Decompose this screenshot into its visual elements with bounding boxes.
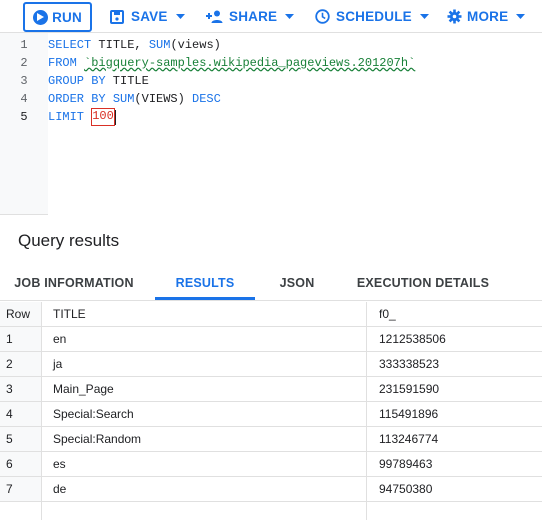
title-cell[interactable]: es — [53, 452, 66, 477]
title-cell[interactable]: en — [53, 327, 66, 352]
chevron-down-icon — [285, 14, 295, 19]
f0-cell[interactable]: 99789463 — [379, 452, 432, 477]
column-divider — [366, 302, 367, 520]
column-header-f0[interactable]: f0_ — [379, 302, 396, 327]
active-tab-indicator — [155, 297, 255, 300]
table-header-row: Row TITLE f0_ — [0, 302, 542, 327]
line-number: 3 — [20, 74, 28, 88]
table-row: 4 Special:Search 115491896 — [0, 402, 542, 427]
code-text: TITLE, — [91, 38, 149, 52]
text-cursor — [114, 110, 116, 125]
tab-execution-details[interactable]: EXECUTION DETAILS — [345, 264, 501, 301]
title-cell[interactable]: Main_Page — [53, 377, 114, 402]
row-number: 7 — [6, 482, 13, 496]
add-person-icon — [206, 10, 223, 23]
code-line: LIMIT 100 — [48, 108, 116, 126]
f0-cell[interactable]: 94750380 — [379, 477, 432, 502]
results-tabs: JOB INFORMATION RESULTS JSON EXECUTION D… — [0, 264, 542, 301]
code-line: GROUP BY TITLE — [48, 72, 149, 90]
title-cell[interactable]: Special:Search — [53, 402, 134, 427]
f0-cell[interactable]: 1212538506 — [379, 327, 446, 352]
more-label: MORE — [467, 9, 509, 24]
share-button[interactable]: SHARE — [206, 0, 295, 33]
column-header-title[interactable]: TITLE — [53, 302, 86, 327]
run-button[interactable]: RUN — [23, 2, 92, 32]
number-literal: 100 — [91, 108, 115, 126]
query-editor[interactable]: 1 2 3 4 5 SELECT TITLE, SUM (views) FROM … — [0, 33, 542, 215]
row-number: 1 — [6, 332, 13, 346]
code-text: TITLE — [105, 74, 149, 88]
keyword: SELECT — [48, 38, 92, 52]
keyword: LIMIT — [48, 110, 85, 124]
gear-icon — [447, 9, 462, 24]
row-number: 2 — [6, 357, 13, 371]
f0-cell[interactable]: 333338523 — [379, 352, 439, 377]
run-label: RUN — [52, 9, 82, 25]
keyword: FROM — [48, 56, 77, 70]
share-label: SHARE — [229, 9, 278, 24]
save-icon — [110, 9, 124, 24]
keyword: DESC — [192, 92, 221, 106]
query-toolbar: RUN SAVE SHARE SCHEDULE MORE — [0, 0, 542, 33]
table-row: 5 Special:Random 113246774 — [0, 427, 542, 452]
function-name: SUM — [148, 38, 171, 52]
tab-job-information[interactable]: JOB INFORMATION — [0, 264, 148, 301]
chevron-down-icon — [175, 14, 185, 19]
code-text: (VIEWS) — [134, 92, 193, 106]
chevron-down-icon — [516, 14, 526, 19]
query-results-title: Query results — [18, 231, 120, 250]
f0-cell[interactable]: 115491896 — [379, 402, 438, 427]
table-row: 6 es 99789463 — [0, 452, 542, 477]
play-icon — [33, 9, 49, 25]
table-reference: `bigquery-samples.wikipedia_pageviews.20… — [84, 56, 416, 70]
line-number: 2 — [20, 56, 28, 70]
table-row: 7 de 94750380 — [0, 477, 542, 502]
tab-results[interactable]: RESULTS — [155, 264, 255, 301]
code-line: SELECT TITLE, SUM (views) — [48, 36, 221, 54]
title-cell[interactable]: Special:Random — [53, 427, 141, 452]
table-row: 1 en 1212538506 — [0, 327, 542, 352]
column-header-row: Row — [6, 307, 31, 321]
schedule-label: SCHEDULE — [336, 9, 412, 24]
line-number: 4 — [20, 92, 28, 106]
code-text: (views) — [170, 38, 221, 52]
column-divider — [41, 302, 42, 520]
more-button[interactable]: MORE — [447, 0, 526, 33]
keyword: GROUP BY — [48, 74, 106, 88]
chevron-down-icon — [419, 14, 429, 19]
code-line: FROM `bigquery-samples.wikipedia_pagevie… — [48, 54, 415, 72]
keyword: ORDER BY — [48, 92, 106, 106]
row-number: 4 — [6, 407, 13, 421]
line-number: 5 — [20, 110, 28, 124]
save-label: SAVE — [131, 9, 168, 24]
title-cell[interactable]: ja — [53, 352, 62, 377]
row-number: 6 — [6, 457, 13, 471]
table-row: 3 Main_Page 231591590 — [0, 377, 542, 402]
save-button[interactable]: SAVE — [110, 0, 185, 33]
row-number: 5 — [6, 432, 13, 446]
table-row: 2 ja 333338523 — [0, 352, 542, 377]
line-number: 1 — [20, 38, 28, 52]
clock-icon — [315, 9, 330, 24]
f0-cell[interactable]: 113246774 — [379, 427, 438, 452]
f0-cell[interactable]: 231591590 — [379, 377, 439, 402]
title-cell[interactable]: de — [53, 477, 66, 502]
function-name: SUM — [112, 92, 135, 106]
code-area[interactable]: SELECT TITLE, SUM (views) FROM `bigquery-… — [48, 33, 542, 215]
code-line: ORDER BY SUM (VIEWS) DESC — [48, 90, 221, 108]
schedule-button[interactable]: SCHEDULE — [315, 0, 429, 33]
row-number: 3 — [6, 382, 13, 396]
tab-json[interactable]: JSON — [264, 264, 330, 301]
